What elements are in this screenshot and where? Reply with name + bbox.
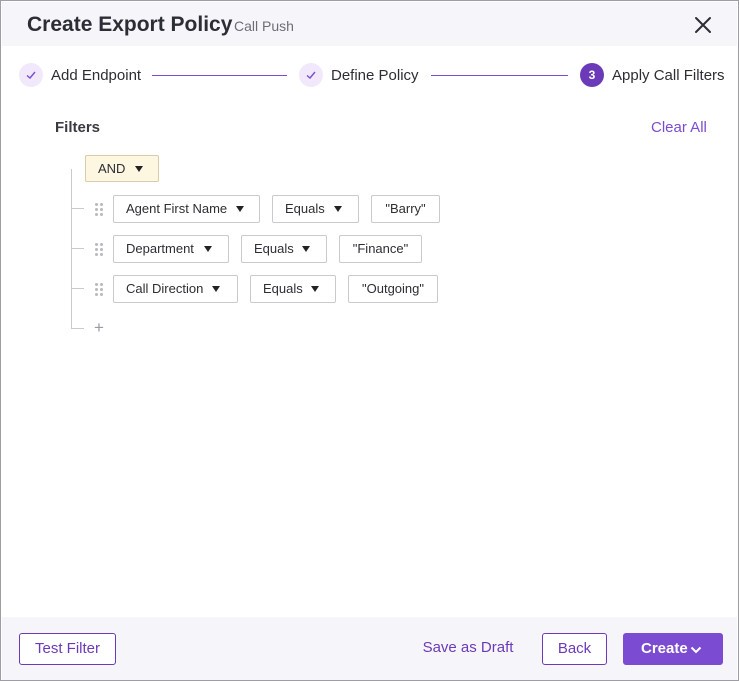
rule-value-input[interactable]: "Barry" xyxy=(371,195,440,223)
tree-branch xyxy=(71,208,84,209)
rule-field-dropdown[interactable]: Call Direction xyxy=(113,275,238,303)
dialog-subtitle: Call Push xyxy=(234,18,294,34)
save-as-draft-button[interactable]: Save as Draft xyxy=(413,633,523,665)
close-icon xyxy=(695,17,711,33)
create-button[interactable]: Create xyxy=(623,633,723,665)
tree-branch xyxy=(71,328,84,329)
rule-field-dropdown[interactable]: Department xyxy=(113,235,229,263)
close-button[interactable] xyxy=(692,14,714,36)
rule-comparator-value: Equals xyxy=(263,281,303,296)
rule-comparator-dropdown[interactable]: Equals xyxy=(272,195,359,223)
tree-connector xyxy=(71,169,72,329)
step-1-check-icon xyxy=(19,63,43,87)
tree-branch xyxy=(71,288,84,289)
caret-down-icon xyxy=(212,286,220,292)
create-button-label: Create xyxy=(641,640,688,657)
step-2-check-icon xyxy=(299,63,323,87)
rule-comparator-dropdown[interactable]: Equals xyxy=(241,235,327,263)
rule-field-dropdown[interactable]: Agent First Name xyxy=(113,195,260,223)
dialog-footer: Test Filter Save as Draft Back Create xyxy=(2,617,737,680)
back-button[interactable]: Back xyxy=(542,633,607,665)
step-2-label: Define Policy xyxy=(331,67,419,84)
caret-down-icon xyxy=(311,286,319,292)
clear-all-link[interactable]: Clear All xyxy=(651,119,707,136)
drag-handle-icon[interactable] xyxy=(94,242,104,256)
filters-heading: Filters xyxy=(55,119,101,136)
rule-comparator-dropdown[interactable]: Equals xyxy=(250,275,336,303)
caret-down-icon xyxy=(236,206,244,212)
rule-comparator-value: Equals xyxy=(254,241,294,256)
export-policy-dialog: Create Export Policy Call Push Add Endpo… xyxy=(0,0,739,681)
dialog-title: Create Export Policy xyxy=(27,13,233,36)
rule-value-input[interactable]: "Finance" xyxy=(339,235,422,263)
dialog-header: Create Export Policy Call Push xyxy=(2,2,737,46)
drag-handle-icon[interactable] xyxy=(94,202,104,216)
rule-value-input[interactable]: "Outgoing" xyxy=(348,275,438,303)
chevron-down-icon xyxy=(690,646,702,654)
caret-down-icon xyxy=(334,206,342,212)
logic-operator-value: AND xyxy=(98,161,126,176)
step-3-number: 3 xyxy=(580,63,604,87)
caret-down-icon xyxy=(135,166,143,172)
step-3-label: Apply Call Filters xyxy=(612,67,725,84)
logic-operator-dropdown[interactable]: AND xyxy=(85,155,159,182)
step-connector xyxy=(152,75,287,76)
step-1-label: Add Endpoint xyxy=(51,67,142,84)
stepper: Add Endpoint Define Policy 3 Apply Call … xyxy=(1,57,738,93)
tree-branch xyxy=(71,248,84,249)
rule-field-value: Call Direction xyxy=(126,281,204,296)
caret-down-icon xyxy=(302,246,310,252)
test-filter-button[interactable]: Test Filter xyxy=(19,633,116,665)
rule-comparator-value: Equals xyxy=(285,201,325,216)
caret-down-icon xyxy=(204,246,212,252)
rule-field-value: Department xyxy=(126,241,194,256)
add-rule-icon[interactable]: + xyxy=(92,319,106,336)
drag-handle-icon[interactable] xyxy=(94,282,104,296)
rule-field-value: Agent First Name xyxy=(126,201,228,216)
step-connector xyxy=(431,75,568,76)
